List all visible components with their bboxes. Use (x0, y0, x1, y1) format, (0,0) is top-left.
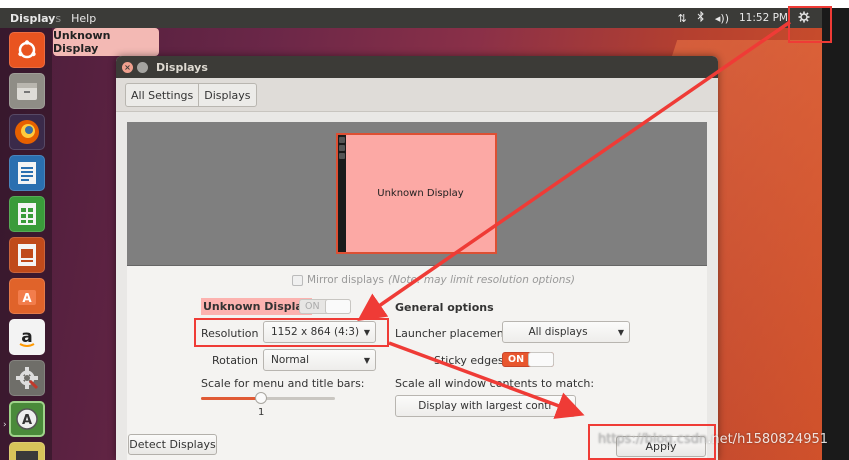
bluetooth-icon[interactable] (697, 10, 705, 25)
system-settings-icon[interactable] (9, 360, 45, 396)
watermark-text: https://blog.csdn.net/h1580824951 (598, 432, 829, 447)
indicator-area: ⇅ ◂)) 11:52 PM (678, 10, 822, 26)
monitor-preview-area: Unknown Display (127, 122, 707, 266)
detect-displays-button[interactable]: Detect Displays (128, 434, 217, 455)
breadcrumb-displays[interactable]: Displays (198, 84, 255, 106)
scale-all-label: Scale all window contents to match: (395, 377, 595, 390)
resolution-select[interactable]: 1152 x 864 (4:3) ▼ (263, 321, 376, 343)
breadcrumb-all-settings[interactable]: All Settings (126, 84, 198, 106)
files-icon[interactable] (9, 73, 45, 109)
volume-icon[interactable]: ◂)) (715, 12, 729, 25)
window-toolbar: All Settings Displays (116, 78, 718, 112)
scale-all-select[interactable]: Display with largest contr (395, 395, 576, 417)
amazon-icon[interactable]: a (9, 319, 45, 355)
rotation-select[interactable]: Normal ▼ (263, 349, 376, 371)
chevron-down-icon: ▼ (363, 355, 371, 365)
display-name-label: Unknown Display (201, 298, 312, 315)
libreoffice-calc-icon[interactable] (9, 196, 45, 232)
launcher-expand-arrow[interactable]: › (3, 420, 7, 430)
monitor-strip-dot (339, 153, 345, 159)
app-menu: Displays Help (0, 12, 96, 25)
chevron-down-icon: ▼ (617, 327, 625, 337)
display-switch-text: ON (305, 301, 320, 312)
rotation-value: Normal (271, 354, 309, 366)
menu-help[interactable]: Help (71, 12, 96, 25)
sticky-edges-label: Sticky edges (434, 354, 504, 367)
svg-text:A: A (22, 291, 32, 305)
breadcrumb: All Settings Displays (125, 83, 257, 107)
app-menu-title[interactable]: Displays (10, 12, 61, 25)
ubuntu-dash-icon[interactable] (9, 32, 45, 68)
top-panel: Displays Help ⇅ ◂)) 11:52 PM (0, 8, 822, 28)
scale-slider-fill (201, 397, 262, 400)
gear-icon[interactable] (798, 11, 810, 26)
monitor-strip-dot (339, 137, 345, 143)
sticky-edges-switch[interactable]: ON (502, 352, 554, 367)
mirror-displays-label: Mirror displays (307, 274, 385, 286)
ubuntu-software-icon[interactable]: A (9, 278, 45, 314)
top-strip (0, 0, 849, 8)
chevron-down-icon: ▼ (363, 327, 371, 337)
mirror-displays-row: Mirror displays (Note: may limit resolut… (292, 274, 575, 286)
window-title: Displays (156, 60, 208, 74)
close-icon[interactable]: × (122, 61, 133, 73)
monitor-preview[interactable]: Unknown Display (336, 133, 497, 254)
resolution-label: Resolution (201, 327, 259, 340)
firefox-icon[interactable] (9, 114, 45, 150)
monitor-label: Unknown Display (377, 188, 464, 199)
launcher-placement-label: Launcher placement (395, 327, 508, 340)
window-titlebar[interactable]: × Displays (116, 56, 718, 78)
rotation-label: Rotation (212, 354, 259, 367)
scale-all-value: Display with largest contr (418, 400, 553, 412)
clock[interactable]: 11:52 PM (739, 12, 788, 24)
launcher-placement-select[interactable]: All displays ▼ (502, 321, 630, 343)
minimize-icon[interactable] (137, 61, 148, 73)
launcher-placement-value: All displays (528, 326, 588, 338)
terminal-icon[interactable] (9, 442, 45, 460)
scale-slider-track[interactable] (201, 397, 335, 400)
display-on-switch[interactable]: ON (299, 299, 351, 314)
switch-knob (528, 352, 554, 367)
mirror-displays-checkbox[interactable] (292, 274, 303, 286)
network-updown-icon[interactable]: ⇅ (678, 12, 687, 25)
scale-label: Scale for menu and title bars: (201, 377, 365, 390)
switch-knob (325, 299, 351, 314)
resolution-value: 1152 x 864 (4:3) (271, 326, 359, 338)
software-updater-icon[interactable]: A (9, 401, 45, 437)
mirror-displays-note: (Note: may limit resolution options) (388, 274, 575, 286)
libreoffice-impress-icon[interactable] (9, 237, 45, 273)
launcher: A a A › (0, 28, 52, 460)
svg-text:a: a (21, 327, 32, 347)
screen-edge (822, 8, 849, 460)
launcher-tooltip: Unknown Display (53, 28, 159, 56)
scale-slider-value: 1 (258, 407, 265, 418)
general-options-heading: General options (395, 301, 494, 314)
monitor-launcher-strip (338, 135, 346, 252)
libreoffice-writer-icon[interactable] (9, 155, 45, 191)
svg-text:A: A (22, 413, 32, 428)
monitor-strip-dot (339, 145, 345, 151)
sticky-edges-switch-text: ON (508, 354, 525, 365)
